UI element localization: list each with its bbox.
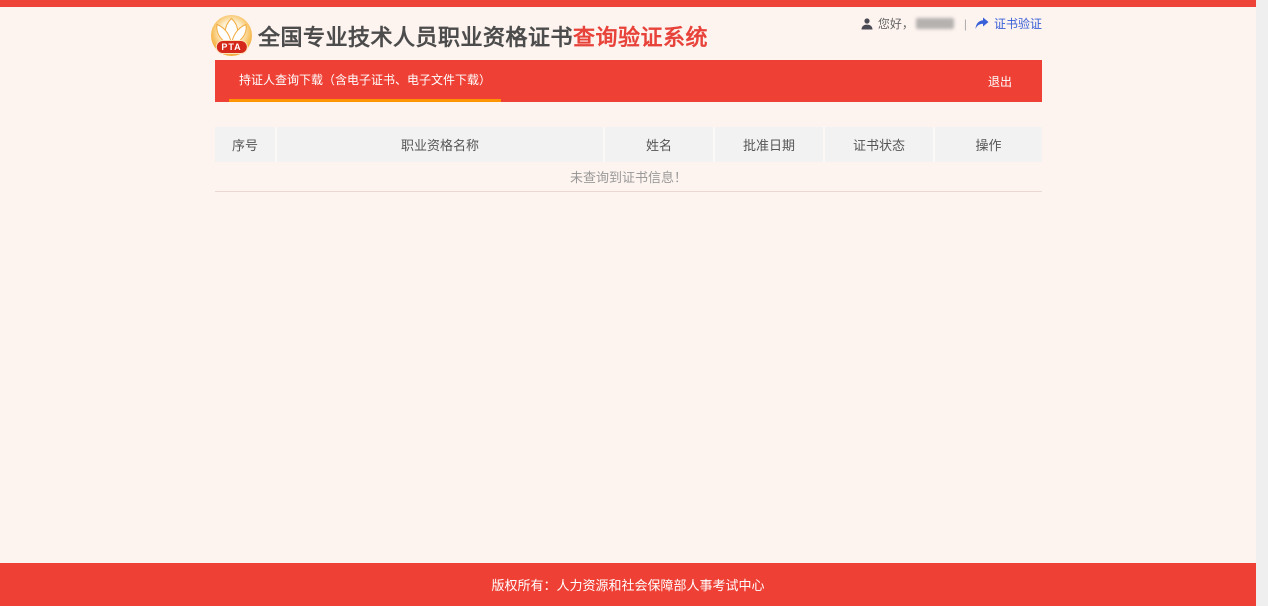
tab-holder-query-download[interactable]: 持证人查询下载（含电子证书、电子文件下载） <box>229 60 502 102</box>
column-header-operation: 操作 <box>933 127 1042 162</box>
pta-logo: PTA <box>210 14 253 57</box>
user-greeting: 您好， <box>877 17 914 31</box>
column-header-approval-date: 批准日期 <box>713 127 823 162</box>
page: PTA 全国专业技术人员职业资格证书查询验证系统 您好， | 证书验证 持证人查… <box>0 0 1256 606</box>
top-accent-bar <box>0 0 1256 7</box>
table-header-row: 序号 职业资格名称 姓名 批准日期 证书状态 操作 <box>215 127 1042 162</box>
user-info: 您好， | 证书验证 <box>860 15 1042 32</box>
header: PTA 全国专业技术人员职业资格证书查询验证系统 您好， | 证书验证 <box>211 7 1042 60</box>
certificate-verify-label: 证书验证 <box>993 17 1042 31</box>
column-header-certificate-status: 证书状态 <box>823 127 933 162</box>
table-empty-row: 未查询到证书信息！ <box>215 162 1042 192</box>
user-name-redacted <box>915 18 954 29</box>
scrollbar-track[interactable] <box>1256 0 1268 606</box>
share-arrow-icon <box>975 17 989 30</box>
empty-message: 未查询到证书信息！ <box>569 170 687 185</box>
certificate-verify-link[interactable]: 证书验证 <box>975 15 1042 32</box>
pta-logo-text: PTA <box>215 40 248 54</box>
user-icon <box>860 17 874 31</box>
logout-button[interactable]: 退出 <box>958 60 1042 102</box>
column-header-index: 序号 <box>231 138 258 153</box>
brand: PTA 全国专业技术人员职业资格证书查询验证系统 <box>210 14 708 57</box>
user-info-separator: | <box>963 16 967 31</box>
nav-bar: 持证人查询下载（含电子证书、电子文件下载） 退出 <box>215 60 1042 102</box>
page-title: 全国专业技术人员职业资格证书查询验证系统 <box>258 20 708 52</box>
column-header-qualification-name: 职业资格名称 <box>275 127 603 162</box>
copyright-text: 版权所有：人力资源和社会保障部人事考试中心 <box>491 578 765 593</box>
page-title-accent: 查询验证系统 <box>573 24 709 50</box>
certificates-table: 序号 职业资格名称 姓名 批准日期 证书状态 操作 未查询到证书信息！ <box>215 127 1042 192</box>
column-header-name: 姓名 <box>603 127 713 162</box>
page-title-main: 全国专业技术人员职业资格证书 <box>258 24 574 50</box>
footer: 版权所有：人力资源和社会保障部人事考试中心 <box>0 563 1256 606</box>
